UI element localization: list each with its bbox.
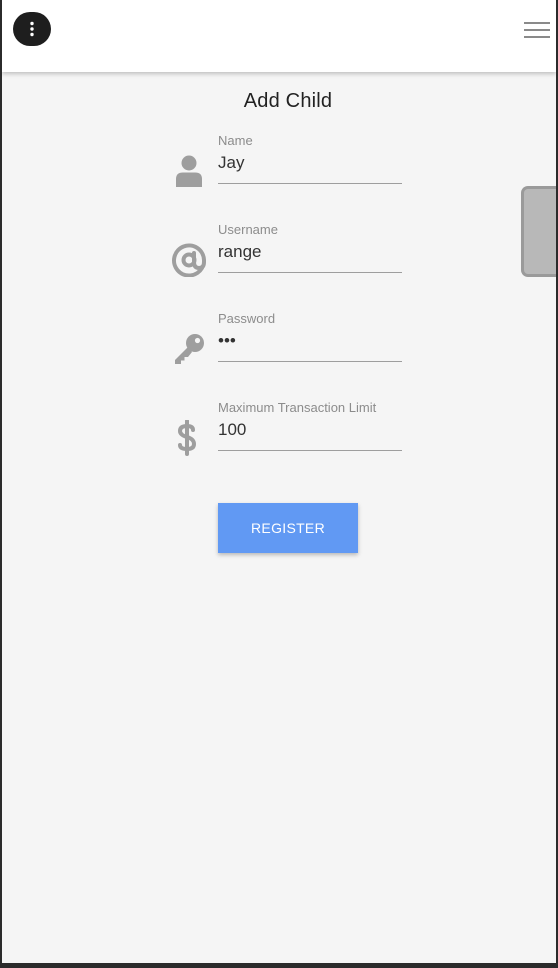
app-bar bbox=[2, 0, 556, 72]
transaction-limit-label: Maximum Transaction Limit bbox=[218, 400, 377, 415]
more-vertical-icon bbox=[30, 21, 34, 37]
name-underline bbox=[218, 183, 402, 184]
key-icon bbox=[170, 331, 208, 367]
username-input[interactable] bbox=[218, 242, 402, 262]
password-input[interactable] bbox=[218, 331, 402, 351]
password-field: Password bbox=[170, 311, 410, 371]
at-icon bbox=[170, 242, 208, 278]
password-label: Password bbox=[218, 311, 276, 326]
username-label: Username bbox=[218, 222, 278, 237]
more-options-button[interactable] bbox=[13, 12, 51, 46]
transaction-limit-input[interactable] bbox=[218, 420, 402, 440]
username-field: Username bbox=[170, 222, 410, 282]
username-underline bbox=[218, 272, 402, 273]
transaction-limit-field: Maximum Transaction Limit bbox=[170, 400, 410, 460]
person-icon bbox=[170, 153, 208, 189]
dollar-icon bbox=[170, 420, 208, 456]
name-label: Name bbox=[218, 133, 253, 148]
side-drawer-handle[interactable] bbox=[521, 186, 556, 277]
app-frame: Add Child Name Username bbox=[2, 0, 556, 963]
name-input[interactable] bbox=[218, 153, 402, 173]
password-underline bbox=[218, 361, 402, 362]
name-field: Name bbox=[170, 133, 410, 193]
register-button[interactable]: REGISTER bbox=[218, 503, 358, 553]
hamburger-menu-icon[interactable] bbox=[524, 20, 552, 40]
transaction-limit-underline bbox=[218, 450, 402, 451]
page-title: Add Child bbox=[243, 90, 333, 112]
